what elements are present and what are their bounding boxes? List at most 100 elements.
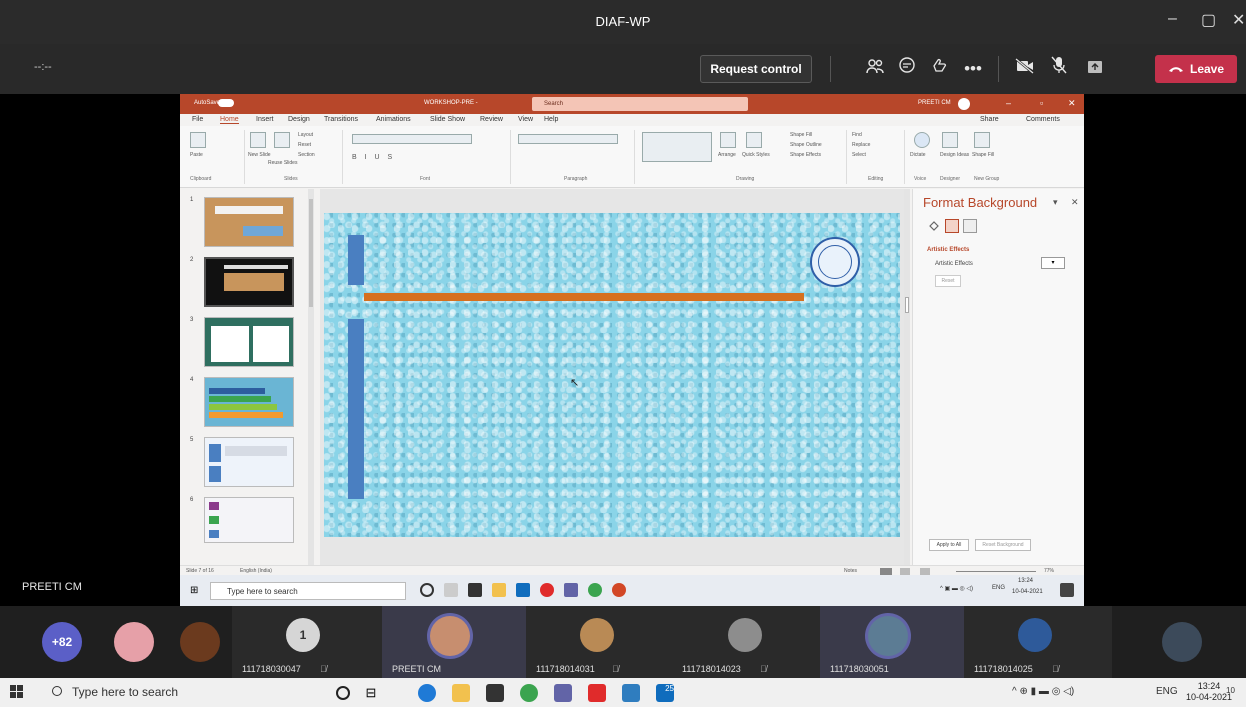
blue-bar-shape[interactable] [348, 235, 364, 285]
anydesk-icon[interactable] [588, 684, 606, 702]
menu-insert[interactable]: Insert [256, 116, 274, 123]
cortana-icon[interactable] [336, 686, 350, 700]
pane-close-icon[interactable]: ✕ [1071, 197, 1079, 208]
close-button[interactable]: ✕ [1232, 10, 1245, 30]
mail-icon[interactable] [516, 583, 530, 597]
participant-avatar[interactable] [114, 622, 154, 662]
notification-center[interactable]: 10 [1226, 686, 1235, 695]
mail-icon[interactable]: 25 [656, 684, 674, 702]
participant-avatar[interactable] [180, 622, 220, 662]
ppt-search-box[interactable]: Search [532, 97, 748, 111]
menu-slide-show[interactable]: Slide Show [430, 116, 465, 123]
chat-icon[interactable] [894, 56, 920, 82]
notes-button[interactable]: Notes [844, 568, 857, 574]
shape-outline-label[interactable]: Shape Outline [790, 142, 822, 148]
overflow-participants[interactable]: +82 [42, 622, 82, 662]
arrange-icon[interactable] [720, 132, 736, 148]
share-button[interactable]: Share [980, 116, 999, 123]
menu-review[interactable]: Review [480, 116, 503, 123]
reset-button[interactable]: Reset [935, 275, 961, 287]
slide-thumbnail[interactable] [204, 257, 294, 307]
participant-tile[interactable]: 111718014031 🎙̸ [526, 606, 672, 678]
windows-start-icon[interactable] [10, 685, 24, 699]
reactions-icon[interactable] [926, 56, 952, 82]
cortana-icon[interactable] [420, 583, 434, 597]
shapes-gallery[interactable] [642, 132, 712, 162]
system-tray-icons[interactable]: ^ ⊕ ▮ ▬ ◎ ◁) [1012, 686, 1074, 697]
more-options-icon[interactable]: ••• [960, 56, 986, 82]
teams-icon[interactable] [564, 583, 578, 597]
reset-background-button[interactable]: Reset Background [975, 539, 1031, 551]
dictate-icon[interactable] [914, 132, 930, 148]
presenter-search-box[interactable]: Type here to search [210, 582, 406, 600]
apply-to-all-button[interactable]: Apply to All [929, 539, 969, 551]
menu-transitions[interactable]: Transitions [324, 116, 358, 123]
fill-tab-icon[interactable] [927, 219, 941, 233]
powerpoint-icon[interactable] [612, 583, 626, 597]
orange-line-shape[interactable] [364, 293, 804, 301]
menu-file[interactable]: File [192, 116, 203, 123]
ppt-close-icon[interactable]: ✕ [1068, 98, 1076, 109]
sorter-view-icon[interactable] [900, 568, 910, 575]
teams-icon[interactable] [554, 684, 572, 702]
slide-thumbnail[interactable] [204, 437, 294, 487]
participants-icon[interactable] [862, 56, 888, 82]
shape-fill-label[interactable]: Shape Fill [790, 132, 812, 138]
effects-tab-icon[interactable] [945, 219, 959, 233]
file-explorer-icon[interactable] [492, 583, 506, 597]
paragraph-controls[interactable] [518, 134, 618, 144]
zoom-level[interactable]: 77% [1044, 568, 1054, 574]
participant-tile[interactable]: PREETI CM [382, 606, 526, 678]
section-label[interactable]: Section [298, 152, 315, 158]
replace-button[interactable]: Replace [852, 142, 870, 148]
participant-tile[interactable]: 111718030051 [820, 606, 964, 678]
artistic-effects-section[interactable]: Artistic Effects [927, 247, 969, 253]
zoom-slider[interactable] [956, 571, 1036, 572]
select-button[interactable]: Select [852, 152, 866, 158]
artistic-effects-dropdown[interactable]: ▾ [1041, 257, 1065, 269]
reading-view-icon[interactable] [920, 568, 930, 575]
shape-effects-label[interactable]: Shape Effects [790, 152, 821, 158]
slide-thumbnail[interactable] [204, 377, 294, 427]
store-icon[interactable] [468, 583, 482, 597]
photos-icon[interactable] [622, 684, 640, 702]
leave-button[interactable]: Leave [1155, 55, 1237, 83]
participant-tile[interactable]: 111718014023 🎙̸ [672, 606, 820, 678]
slide-thumbnail[interactable] [204, 497, 294, 543]
participant-avatar[interactable] [1162, 622, 1202, 662]
design-ideas-icon[interactable] [942, 132, 958, 148]
font-format-buttons[interactable]: B I U S [352, 154, 395, 161]
ppt-minimize-icon[interactable]: – [1006, 98, 1011, 108]
language-indicator[interactable]: ENG [1156, 686, 1178, 697]
menu-help[interactable]: Help [544, 116, 558, 123]
pane-options-icon[interactable]: ▾ [1053, 197, 1058, 208]
taskbar-search-box[interactable]: Type here to search [40, 682, 320, 703]
menu-view[interactable]: View [518, 116, 533, 123]
participant-tile[interactable]: 1 111718030047 🎙̸ [232, 606, 382, 678]
slide-thumbnail[interactable] [204, 197, 294, 247]
mic-off-icon[interactable] [1046, 56, 1072, 82]
maximize-button[interactable]: ▢ [1201, 10, 1216, 30]
tray-language[interactable]: ENG [992, 585, 1005, 591]
thumbnail-scrollbar[interactable] [308, 189, 314, 565]
participant-tile[interactable]: 111718014025 🎙̸ [964, 606, 1112, 678]
menu-home[interactable]: Home [220, 116, 239, 124]
menu-design[interactable]: Design [288, 116, 310, 123]
slide-thumbnail[interactable] [204, 317, 294, 367]
layout-label[interactable]: Layout [298, 132, 313, 138]
file-explorer-icon[interactable] [452, 684, 470, 702]
camera-off-icon[interactable] [1012, 56, 1038, 82]
request-control-button[interactable]: Request control [700, 55, 812, 83]
task-view-icon[interactable] [444, 583, 458, 597]
paste-icon[interactable] [190, 132, 206, 148]
font-name-dropdown[interactable] [352, 134, 472, 144]
ppt-user-avatar[interactable] [958, 98, 970, 110]
notification-icon[interactable] [1060, 583, 1074, 597]
windows-start-icon[interactable]: ⊞ [190, 585, 198, 596]
normal-view-icon[interactable] [880, 568, 892, 575]
task-view-icon[interactable]: ⊟ [362, 684, 380, 702]
opera-icon[interactable] [540, 583, 554, 597]
autosave-toggle[interactable] [218, 99, 234, 107]
share-tray-icon[interactable] [1082, 56, 1108, 82]
picture-tab-icon[interactable] [963, 219, 977, 233]
